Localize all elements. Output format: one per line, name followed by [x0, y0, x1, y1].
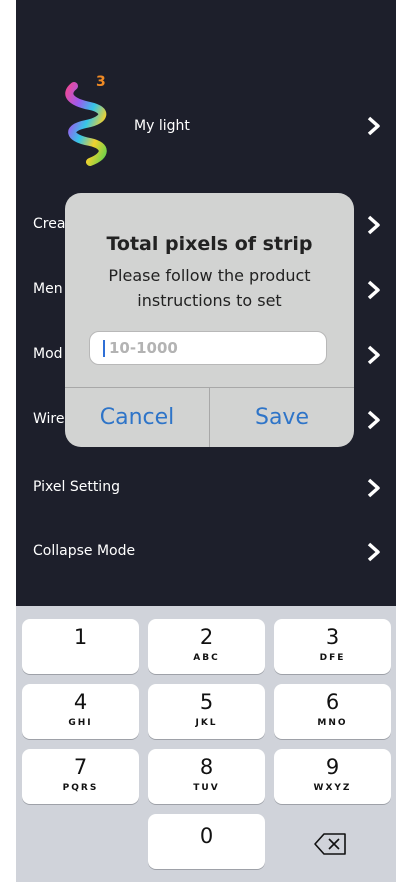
- key-digit: 0: [199, 824, 214, 848]
- menu-item-label: Men: [33, 281, 63, 297]
- chevron-right-icon: [366, 478, 382, 498]
- key-6[interactable]: 6 MNO: [274, 684, 391, 739]
- app-screen: 3 My light Crea Men Mod Wire Pixel Setti…: [16, 0, 396, 882]
- key-digit: 3: [325, 625, 340, 649]
- chevron-right-icon: [366, 542, 382, 562]
- pixel-count-dialog: Total pixels of strip Please follow the …: [65, 193, 354, 447]
- key-digit: 5: [199, 690, 214, 714]
- key-letters: MNO: [317, 718, 348, 728]
- menu-item-label: Collapse Mode: [33, 543, 136, 559]
- key-letters: TUV: [193, 783, 220, 793]
- key-digit: 4: [73, 690, 88, 714]
- key-digit: 8: [199, 755, 214, 779]
- numeric-keypad: 1 2 ABC 3 DFE 4 GHI 5 JKL 6 MNO 7 PQRS 8…: [16, 606, 396, 882]
- menu-item-label: Crea: [33, 216, 66, 232]
- key-4[interactable]: 4 GHI: [22, 684, 139, 739]
- key-7[interactable]: 7 PQRS: [22, 749, 139, 804]
- key-1[interactable]: 1: [22, 619, 139, 674]
- chevron-right-icon: [366, 215, 382, 235]
- pixel-count-input[interactable]: 10-1000: [89, 331, 327, 365]
- cancel-button[interactable]: Cancel: [65, 388, 209, 447]
- dialog-title: Total pixels of strip: [106, 233, 313, 255]
- key-digit: 2: [199, 625, 214, 649]
- key-letters: PQRS: [62, 783, 99, 793]
- menu-item-collapse-mode[interactable]: Collapse Mode: [16, 532, 396, 572]
- key-2[interactable]: 2 ABC: [148, 619, 265, 674]
- key-8[interactable]: 8 TUV: [148, 749, 265, 804]
- key-letters: DFE: [319, 653, 346, 663]
- save-button[interactable]: Save: [210, 388, 354, 447]
- led-strip-icon: [65, 82, 107, 166]
- input-placeholder: 10-1000: [109, 339, 178, 357]
- chevron-right-icon: [366, 280, 382, 300]
- chevron-right-icon: [366, 345, 382, 365]
- key-letters: GHI: [68, 718, 93, 728]
- menu-item-pixel-setting[interactable]: Pixel Setting: [16, 468, 396, 508]
- menu-item-label: Pixel Setting: [33, 479, 120, 495]
- device-row[interactable]: 3 My light: [16, 70, 396, 180]
- key-3[interactable]: 3 DFE: [274, 619, 391, 674]
- key-0[interactable]: 0: [148, 814, 265, 869]
- menu-item-label: Wire: [33, 411, 65, 427]
- key-letters: ABC: [193, 653, 220, 663]
- device-name: My light: [134, 118, 190, 134]
- key-digit: 7: [73, 755, 88, 779]
- key-9[interactable]: 9 WXYZ: [274, 749, 391, 804]
- menu-item-label: Mod: [33, 346, 63, 362]
- key-letters: WXYZ: [313, 783, 352, 793]
- key-digit: 9: [325, 755, 340, 779]
- device-count-badge: 3: [96, 74, 106, 90]
- key-letters: JKL: [195, 718, 218, 728]
- key-5[interactable]: 5 JKL: [148, 684, 265, 739]
- key-digit: 6: [325, 690, 340, 714]
- dialog-message: Please follow the product instructions t…: [108, 266, 311, 310]
- backspace-key[interactable]: [313, 831, 349, 857]
- chevron-right-icon: [366, 410, 382, 430]
- backspace-icon: [314, 833, 346, 855]
- text-caret: [103, 340, 105, 357]
- chevron-right-icon: [366, 116, 382, 136]
- key-digit: 1: [73, 625, 88, 649]
